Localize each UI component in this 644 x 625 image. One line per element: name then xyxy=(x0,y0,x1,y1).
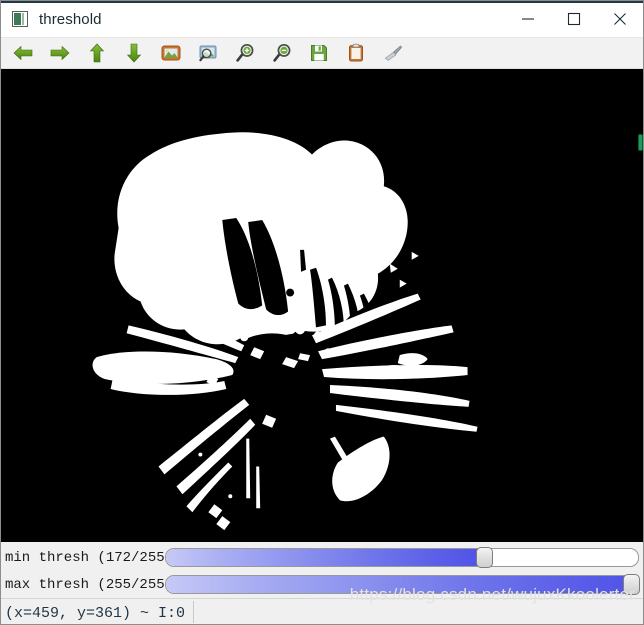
status-bar: (x=459, y=361) ~ I:0 https://blog.csdn.n… xyxy=(1,585,643,624)
pan-up-button[interactable] xyxy=(81,39,113,67)
image-canvas[interactable] xyxy=(1,69,643,542)
minimize-button[interactable] xyxy=(505,1,551,37)
arrow-left-icon xyxy=(12,42,34,64)
arrow-up-icon xyxy=(86,42,108,64)
watermark-text: https://blog.csdn.net/wujuxKkoolerter xyxy=(349,585,635,604)
maximize-button[interactable] xyxy=(551,1,597,37)
threshold-window: threshold min thresh (172/255) max thres… xyxy=(0,0,644,625)
copy-clipboard-button[interactable] xyxy=(340,39,372,67)
min-thresh-label: min thresh (172/255) xyxy=(5,549,174,566)
zoom-in-button[interactable] xyxy=(229,39,261,67)
picture-magnifier-icon xyxy=(197,42,219,64)
title-bar: threshold xyxy=(1,1,643,38)
zoom-region-button[interactable] xyxy=(192,39,224,67)
cursor-coordinates: (x=459, y=361) ~ I:0 xyxy=(5,604,186,622)
status-divider xyxy=(193,600,195,623)
forward-button[interactable] xyxy=(44,39,76,67)
save-image-button[interactable] xyxy=(303,39,335,67)
clipboard-icon xyxy=(345,42,367,64)
window-title: threshold xyxy=(39,10,102,28)
threshold-window-icon xyxy=(12,11,28,27)
arrow-down-icon xyxy=(123,42,145,64)
max-thresh-label: max thresh (255/255) xyxy=(5,576,174,593)
trackbar-row-min-thresh: min thresh (172/255) xyxy=(1,544,643,571)
close-button[interactable] xyxy=(597,1,643,37)
min-thresh-fill xyxy=(166,549,485,566)
toolbar xyxy=(1,38,643,69)
min-thresh-slider[interactable] xyxy=(165,547,639,568)
back-button[interactable] xyxy=(7,39,39,67)
pan-down-button[interactable] xyxy=(118,39,150,67)
edge-scroll-marker xyxy=(638,134,643,151)
arrow-right-icon xyxy=(49,42,71,64)
floppy-save-icon xyxy=(308,42,330,64)
picture-icon xyxy=(160,42,182,64)
threshold-binary-image xyxy=(1,69,643,542)
fit-image-button[interactable] xyxy=(155,39,187,67)
clear-button[interactable] xyxy=(377,39,409,67)
brush-icon xyxy=(382,42,404,64)
magnifier-minus-icon xyxy=(271,42,293,64)
magnifier-plus-icon xyxy=(234,42,256,64)
zoom-out-button[interactable] xyxy=(266,39,298,67)
min-thresh-handle[interactable] xyxy=(475,547,493,568)
window-controls xyxy=(505,1,643,37)
